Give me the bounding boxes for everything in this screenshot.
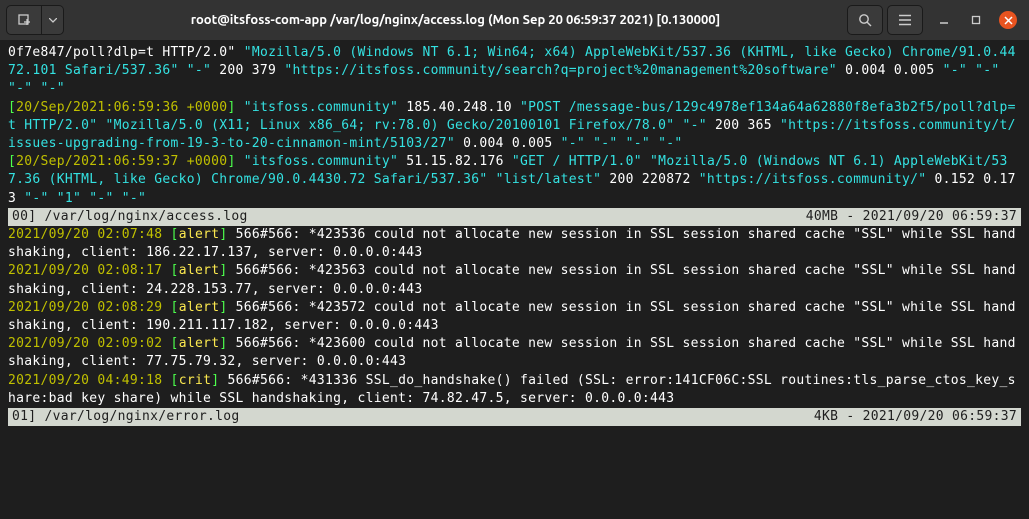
maximize-icon — [971, 15, 981, 25]
bracket: [ — [162, 227, 178, 242]
chevron-down-icon — [49, 18, 57, 23]
timestamp: 20/Sep/2021:06:59:37 +0000 — [16, 154, 227, 169]
titlebar: root@itsfoss-com-app /var/log/nginx/acce… — [0, 0, 1029, 40]
search-button[interactable] — [847, 5, 883, 35]
bracket: ] — [227, 100, 235, 115]
bracket: [ — [8, 154, 16, 169]
menu-button[interactable] — [887, 5, 923, 35]
new-tab-icon — [17, 13, 31, 27]
log-text: 200 365 — [707, 118, 780, 133]
log-text: "itsfoss.community" — [236, 154, 399, 169]
log-text: 0.004 0.005 — [455, 136, 561, 151]
log-pid: 566#566: — [236, 336, 309, 351]
log-text: 200 379 — [211, 63, 284, 78]
level: alert — [179, 300, 220, 315]
status-bar-error: 01] /var/log/nginx/error.log4KB - 2021/0… — [8, 408, 1021, 426]
timestamp: 2021/09/20 02:08:17 — [8, 263, 162, 278]
log-text: "https://itsfoss.community/" — [699, 172, 927, 187]
terminal-content[interactable]: 0f7e847/poll?dlp=t HTTP/2.0" "Mozilla/5.… — [0, 40, 1029, 519]
window-title: root@itsfoss-com-app /var/log/nginx/acce… — [68, 13, 843, 27]
level: alert — [179, 227, 220, 242]
status-bar-access: 00] /var/log/nginx/access.log40MB - 2021… — [8, 208, 1021, 226]
log-text: "https://itsfoss.community/search?q=proj… — [284, 63, 837, 78]
bracket: ] — [211, 373, 227, 388]
log-text: 185.40.248.10 — [398, 100, 520, 115]
log-text: "-" "1" "-" "-" — [24, 191, 146, 206]
new-tab-group — [6, 5, 64, 35]
log-text: 200 220872 — [601, 172, 699, 187]
status-path: 00] /var/log/nginx/access.log — [12, 208, 806, 226]
timestamp: 2021/09/20 02:08:29 — [8, 300, 162, 315]
log-text: 0f7e847/poll?dlp=t HTTP/2.0" — [8, 45, 244, 60]
window-controls — [935, 11, 1017, 29]
bracket: [ — [8, 100, 16, 115]
log-text: "itsfoss.community" — [236, 100, 399, 115]
log-pid: 566#566: — [236, 300, 309, 315]
minimize-button[interactable] — [935, 11, 953, 29]
bracket: [ — [162, 300, 178, 315]
timestamp: 20/Sep/2021:06:59:36 +0000 — [16, 100, 227, 115]
log-text: "-" "-" "-" "-" — [561, 136, 683, 151]
bracket: [ — [162, 373, 178, 388]
close-button[interactable] — [999, 11, 1017, 29]
search-icon — [858, 13, 872, 27]
status-path: 01] /var/log/nginx/error.log — [12, 408, 814, 426]
maximize-button[interactable] — [967, 11, 985, 29]
bracket: [ — [162, 336, 178, 351]
level: crit — [179, 373, 212, 388]
log-text: 51.15.82.176 — [398, 154, 512, 169]
bracket: ] — [219, 227, 235, 242]
minimize-icon — [939, 15, 949, 25]
log-pid: 566#566: — [227, 373, 300, 388]
log-pid: 566#566: — [236, 263, 309, 278]
close-icon — [1004, 16, 1013, 25]
timestamp: 2021/09/20 02:07:48 — [8, 227, 162, 242]
new-tab-button[interactable] — [6, 5, 42, 35]
log-pid: 566#566: — [236, 227, 309, 242]
status-info: 40MB - 2021/09/20 06:59:37 — [806, 208, 1017, 226]
level: alert — [179, 336, 220, 351]
new-tab-dropdown[interactable] — [42, 5, 64, 35]
level: alert — [179, 263, 220, 278]
bracket: [ — [162, 263, 178, 278]
bracket: ] — [219, 263, 235, 278]
timestamp: 2021/09/20 02:09:02 — [8, 336, 162, 351]
bracket: ] — [227, 154, 235, 169]
log-text: 0.004 0.005 — [837, 63, 943, 78]
timestamp: 2021/09/20 04:49:18 — [8, 373, 162, 388]
hamburger-icon — [898, 14, 912, 26]
bracket: ] — [219, 336, 235, 351]
bracket: ] — [219, 300, 235, 315]
status-info: 4KB - 2021/09/20 06:59:37 — [814, 408, 1017, 426]
